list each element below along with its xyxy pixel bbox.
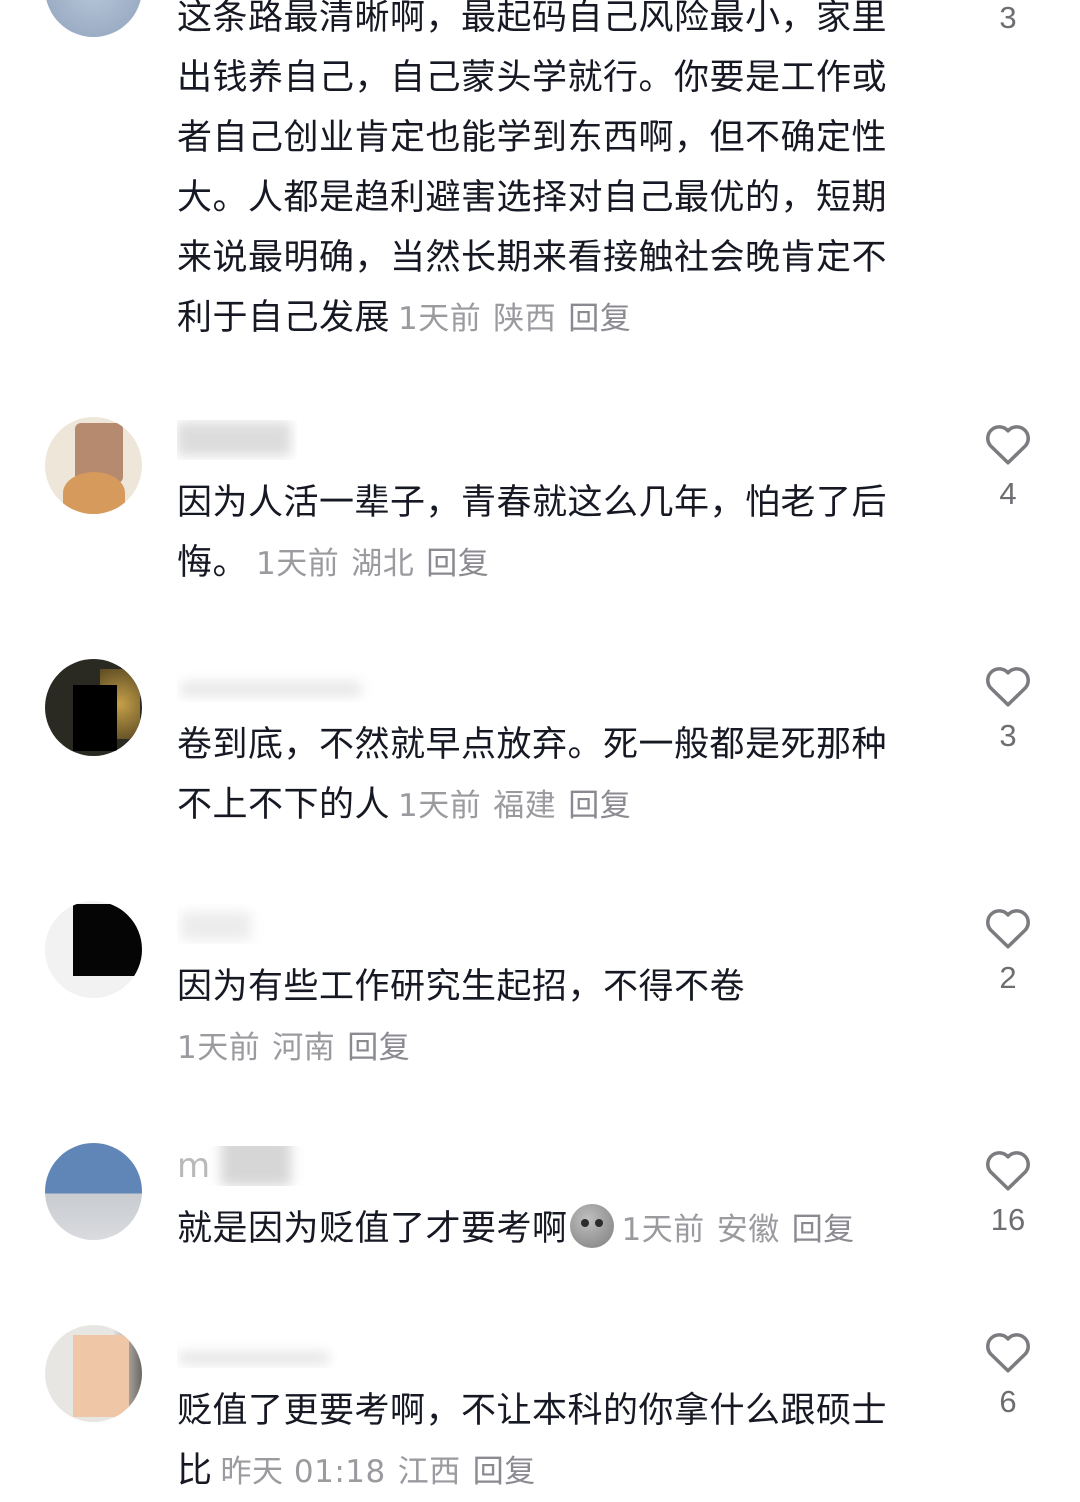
- avatar[interactable]: [45, 0, 142, 37]
- like-button[interactable]: 6: [968, 1328, 1048, 1420]
- comment-text-block: 因为人活一辈子，青春就这么几年，怕老了后悔。 1天前 湖北 回复: [177, 473, 907, 594]
- reply-button[interactable]: 回复: [568, 301, 631, 337]
- avatar[interactable]: [45, 1325, 142, 1422]
- username-redaction: [177, 422, 291, 456]
- like-count: 4: [999, 476, 1017, 511]
- heart-outline-icon: [986, 1333, 1030, 1373]
- username-redaction: [181, 682, 361, 696]
- heart-outline-icon: [986, 909, 1030, 949]
- comment-meta: 1天前 湖北 回复: [256, 546, 489, 582]
- avatar[interactable]: [45, 1143, 142, 1240]
- like-button[interactable]: 4: [968, 420, 1048, 512]
- comment-location: 安徽: [716, 1212, 780, 1248]
- comment-text-block: 因为有些工作研究生起招，不得不卷 1天前 河南 回复: [177, 957, 907, 1078]
- username-redaction: [181, 912, 251, 940]
- comment-time: 1天前: [621, 1212, 705, 1248]
- username[interactable]: [177, 662, 377, 702]
- username-redaction: [221, 1146, 291, 1186]
- reply-button[interactable]: 回复: [792, 1212, 855, 1248]
- reply-button[interactable]: 回复: [426, 546, 489, 582]
- like-count: 3: [999, 0, 1017, 35]
- heart-outline-icon: [986, 1151, 1030, 1191]
- comment-meta: 1天前 福建 回复: [398, 788, 631, 824]
- like-count: 2: [999, 960, 1017, 995]
- comment-text: 因为有些工作研究生起招，不得不卷: [177, 967, 746, 1007]
- heart-outline-icon: [986, 425, 1030, 465]
- username-redaction: [179, 1352, 329, 1364]
- like-button[interactable]: 16: [968, 1146, 1048, 1238]
- comment-location: 湖北: [351, 546, 415, 582]
- comment-time: 1天前: [177, 1030, 261, 1066]
- username[interactable]: [177, 1328, 337, 1368]
- username[interactable]: m: [177, 1146, 307, 1186]
- like-count: 3: [999, 718, 1017, 753]
- username[interactable]: [177, 904, 297, 944]
- username[interactable]: [177, 420, 297, 460]
- comment-location: 陕西: [493, 301, 557, 337]
- comment-location: 河南: [272, 1030, 336, 1066]
- reply-button[interactable]: 回复: [473, 1454, 536, 1490]
- comment-text-block: 这条路最清晰啊，最起码自己风险最小，家里出钱养自己，自己蒙头学就行。你要是工作或…: [177, 0, 907, 349]
- comment-meta: 1天前 陕西 回复: [398, 301, 631, 337]
- comment-meta: 1天前 河南 回复: [177, 1030, 410, 1066]
- comment-text-block: 卷到底，不然就早点放弃。死一般都是死那种不上不下的人 1天前 福建 回复: [177, 715, 907, 836]
- like-button[interactable]: 3: [968, 662, 1048, 754]
- like-button[interactable]: 3: [968, 0, 1048, 36]
- comment-time: 1天前: [398, 788, 482, 824]
- comment-text: 这条路最清晰啊，最起码自己风险最小，家里出钱养自己，自己蒙头学就行。你要是工作或…: [177, 0, 888, 338]
- comment-location: 江西: [397, 1454, 461, 1490]
- comment-meta: 1天前 安徽 回复: [622, 1212, 855, 1248]
- comment-meta: 昨天 01:18 江西 回复: [221, 1454, 536, 1490]
- reply-button[interactable]: 回复: [568, 788, 631, 824]
- reply-button[interactable]: 回复: [347, 1030, 410, 1066]
- comment-time: 昨天 01:18: [220, 1454, 386, 1490]
- comment-location: 福建: [493, 788, 557, 824]
- comment-text-block: 就是因为贬值了才要考啊 1天前 安徽 回复: [177, 1199, 907, 1260]
- avatar[interactable]: [45, 901, 142, 998]
- avatar[interactable]: [45, 659, 142, 756]
- like-count: 16: [990, 1202, 1026, 1237]
- like-count: 6: [999, 1384, 1017, 1419]
- heart-outline-icon: [986, 667, 1030, 707]
- comment-time: 1天前: [398, 301, 482, 337]
- comment-text: 就是因为贬值了才要考啊: [177, 1209, 568, 1249]
- comment-time: 1天前: [256, 546, 340, 582]
- pensive-face-emoji-icon: [569, 1204, 614, 1248]
- like-button[interactable]: 2: [968, 904, 1048, 996]
- avatar[interactable]: [45, 417, 142, 514]
